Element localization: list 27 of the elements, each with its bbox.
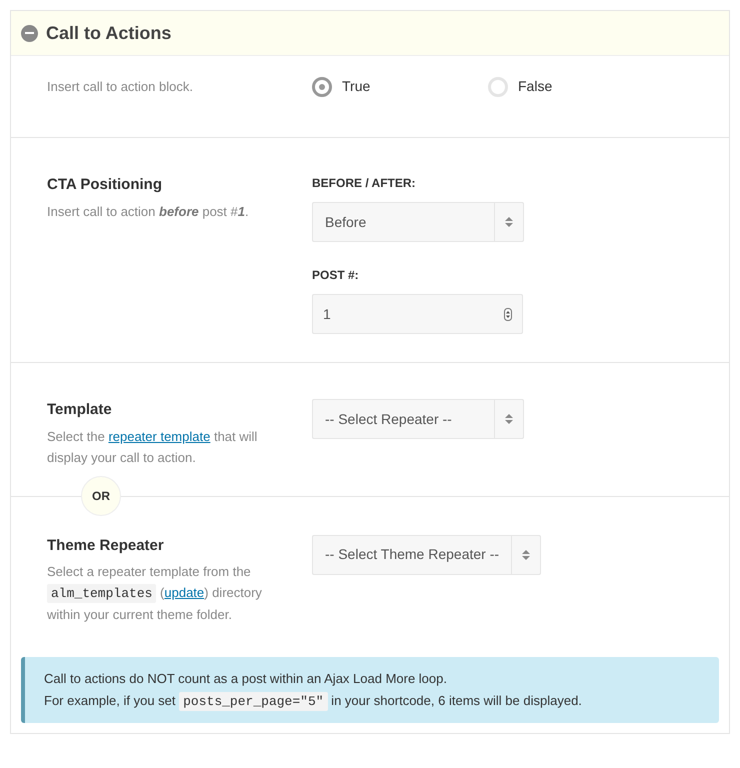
spinner-arrows-icon	[504, 308, 512, 320]
notice-text: For example, if you set posts_per_page="5" in your shortcode, 6 items will be displayed.	[44, 691, 583, 711]
number-input[interactable]: 1	[312, 294, 523, 334]
radio-label: False	[518, 77, 552, 96]
section-heading: Template	[47, 400, 113, 420]
select-dropdown[interactable]: Before	[312, 202, 524, 242]
up-down-arrows-icon	[522, 550, 530, 560]
field-label: POST #:	[312, 267, 360, 284]
section-description: Insert call to action before post #1.	[47, 202, 250, 221]
radio-button[interactable]	[312, 76, 332, 96]
field-label: BEFORE / AFTER:	[312, 175, 417, 192]
up-down-arrows-icon	[505, 414, 513, 424]
section-description: Select the repeater template that will display your call to action.	[47, 428, 258, 467]
section-description: Select a repeater template from the alm_templates (update) directory within your current theme folder.	[47, 563, 263, 624]
notice-text: Call to actions do NOT count as a post within an Ajax Load More loop.	[44, 670, 448, 688]
select-dropdown[interactable]: -- Select Theme Repeater --	[312, 534, 542, 574]
section-heading: Theme Repeater	[47, 536, 165, 556]
up-down-arrows-icon	[505, 217, 513, 227]
section-description: Insert call to action block.	[47, 78, 194, 96]
collapse-icon[interactable]	[21, 24, 38, 42]
select-dropdown[interactable]: -- Select Repeater --	[312, 399, 524, 439]
link[interactable]: repeater template	[108, 428, 210, 444]
link[interactable]: update	[164, 585, 204, 600]
radio-label: True	[342, 77, 370, 96]
section-heading: CTA Positioning	[47, 175, 163, 195]
panel-title: Call to Actions	[46, 22, 172, 44]
or-divider-label: OR	[81, 476, 121, 516]
